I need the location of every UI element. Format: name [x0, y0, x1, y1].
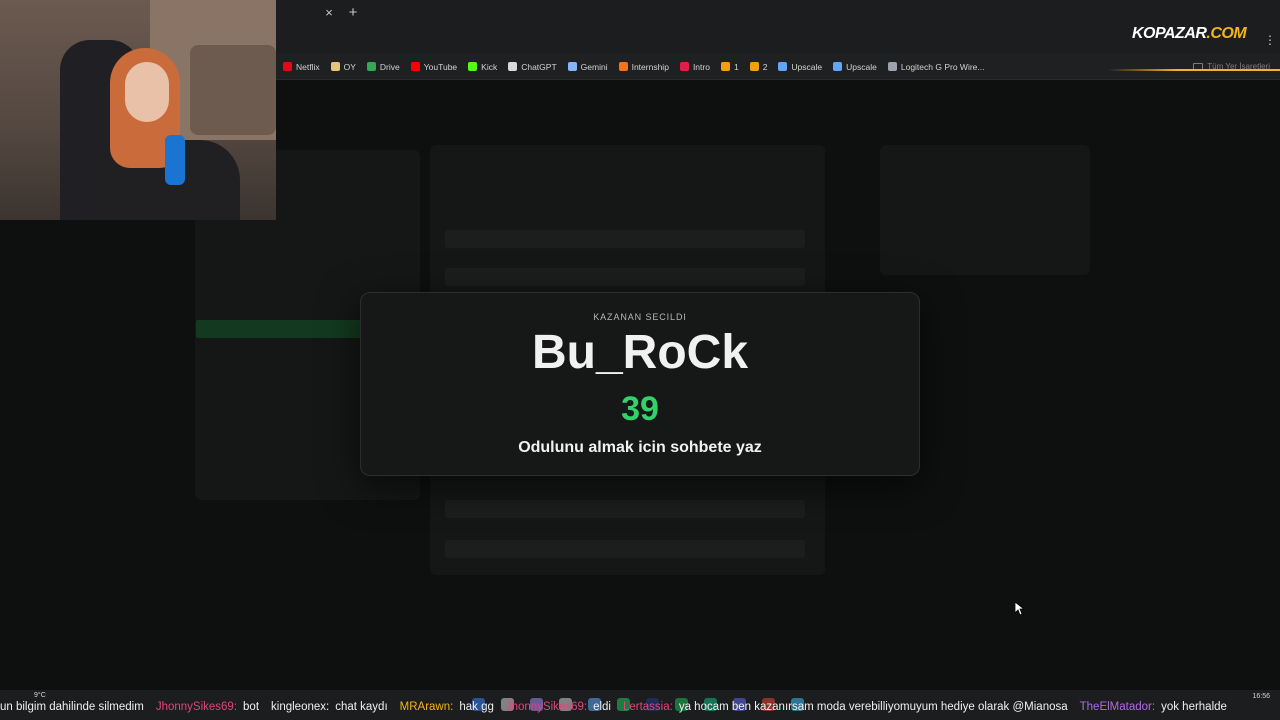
bookmark-item[interactable]: Netflix — [278, 57, 326, 77]
bookmark-label: Gemini — [580, 61, 608, 72]
chat-username: Lertassia: — [622, 701, 673, 713]
bookmark-item[interactable]: Gemini — [563, 57, 614, 77]
oy-icon — [330, 62, 340, 71]
ghost-row — [445, 500, 805, 518]
upscale-icon — [833, 62, 843, 71]
bookmark-item[interactable]: YouTube — [406, 57, 463, 77]
logo-underline — [1108, 69, 1280, 71]
bookmark-label: Internship — [631, 61, 669, 72]
ghost-row — [445, 268, 805, 286]
chat-message: eldi — [593, 701, 611, 713]
bookmark-item[interactable]: ChatGPT — [503, 57, 562, 77]
bookmark-label: YouTube — [423, 61, 458, 72]
address-bar-area — [276, 28, 1280, 54]
winner-heading: KAZANAN SECILDI — [593, 312, 687, 322]
kopazar-logo: KOPAZAR.COM — [1132, 25, 1247, 43]
winner-number: 39 — [621, 390, 659, 428]
chat-message: un bilgim dahilinde silmedim — [0, 701, 144, 713]
cam-microphone — [165, 135, 185, 185]
upscale-icon — [778, 62, 788, 71]
bookmark-label: ChatGPT — [521, 61, 557, 72]
bookmark-item[interactable]: OY — [326, 57, 362, 77]
gemini-icon — [567, 62, 577, 71]
netflix-icon — [283, 62, 292, 71]
internship-icon — [618, 62, 628, 71]
bookmark-label: Upscale — [846, 61, 877, 72]
chatgpt-icon — [508, 62, 518, 71]
chat-username: JhonnySikes69: — [155, 701, 238, 713]
bookmark-item[interactable]: Internship — [614, 57, 675, 77]
browser-menu-icon[interactable]: ⋮ — [1264, 34, 1276, 46]
kick-icon — [468, 62, 478, 71]
chat-ticker: un bilgim dahilinde silmedim JhonnySikes6… — [0, 698, 1280, 716]
chat-message: ya hocam ben kazanırsam moda verebilliyo… — [678, 701, 1068, 713]
intro-icon — [679, 62, 689, 71]
bookmarks-bar: Netflix OY Drive YouTube Kick ChatGPT Gemini In… — [276, 54, 1280, 80]
ghost-green-button — [196, 320, 366, 338]
chat-username: kingleonex: — [271, 701, 330, 713]
chat-username: TheElMatador: — [1079, 701, 1156, 713]
logitech-icon — [887, 62, 897, 71]
logo-accent: .COM — [1206, 25, 1247, 42]
chat-message: hak gg — [459, 701, 494, 713]
winner-name: Bu_RoCk — [531, 326, 749, 379]
webcam-overlay — [0, 0, 276, 220]
logo-main: KOPAZAR — [1132, 25, 1207, 42]
bookmark-label: Kick — [481, 61, 498, 72]
bookmark-label: Drive — [379, 61, 400, 72]
drive-icon — [366, 62, 376, 71]
chat-message: chat kaydı — [335, 701, 388, 713]
bookmark-label: Netflix — [296, 61, 320, 72]
new-tab-icon[interactable]: + — [346, 5, 360, 21]
bookmark-label: Logitech G Pro Wire... — [900, 61, 985, 72]
bookmark-label: Intro — [692, 61, 710, 72]
tab-close-icon[interactable]: × — [322, 6, 336, 20]
bookmark-label: 1 — [733, 61, 739, 72]
chat-username: MRArawn: — [399, 701, 454, 713]
chat-username: JhonnySikes69: — [505, 701, 588, 713]
bookmark-label: Upscale — [791, 61, 823, 72]
winner-instruction: Odulunu almak icin sohbete yaz — [518, 439, 762, 456]
bookmark-label: 2 — [762, 61, 768, 72]
infinity-icon — [720, 62, 730, 71]
winner-modal: KAZANAN SECILDI Bu_RoCk 39 Odulunu almak… — [360, 292, 920, 476]
bookmark-item[interactable]: 1 — [716, 57, 745, 77]
bookmark-item[interactable]: 2 — [745, 57, 774, 77]
youtube-icon — [410, 62, 420, 71]
cam-couch — [190, 45, 276, 135]
chat-message: yok herhalde — [1161, 701, 1227, 713]
bookmark-item[interactable]: Logitech G Pro Wire... — [883, 57, 991, 77]
bookmark-item[interactable]: Upscale — [773, 57, 828, 77]
bookmark-item[interactable]: Upscale — [828, 57, 883, 77]
bookmark-item[interactable]: Kick — [463, 57, 503, 77]
ghost-row — [445, 540, 805, 558]
cam-face — [125, 62, 169, 122]
bookmark-item[interactable]: Drive — [362, 57, 406, 77]
chat-message: bot — [243, 701, 260, 713]
ghost-right-panel — [880, 145, 1090, 275]
bookmark-item[interactable]: Intro — [675, 57, 716, 77]
bookmark-label: OY — [343, 61, 356, 72]
mouse-cursor-icon — [1015, 602, 1025, 616]
infinity-icon — [749, 62, 759, 71]
ghost-row — [445, 230, 805, 248]
